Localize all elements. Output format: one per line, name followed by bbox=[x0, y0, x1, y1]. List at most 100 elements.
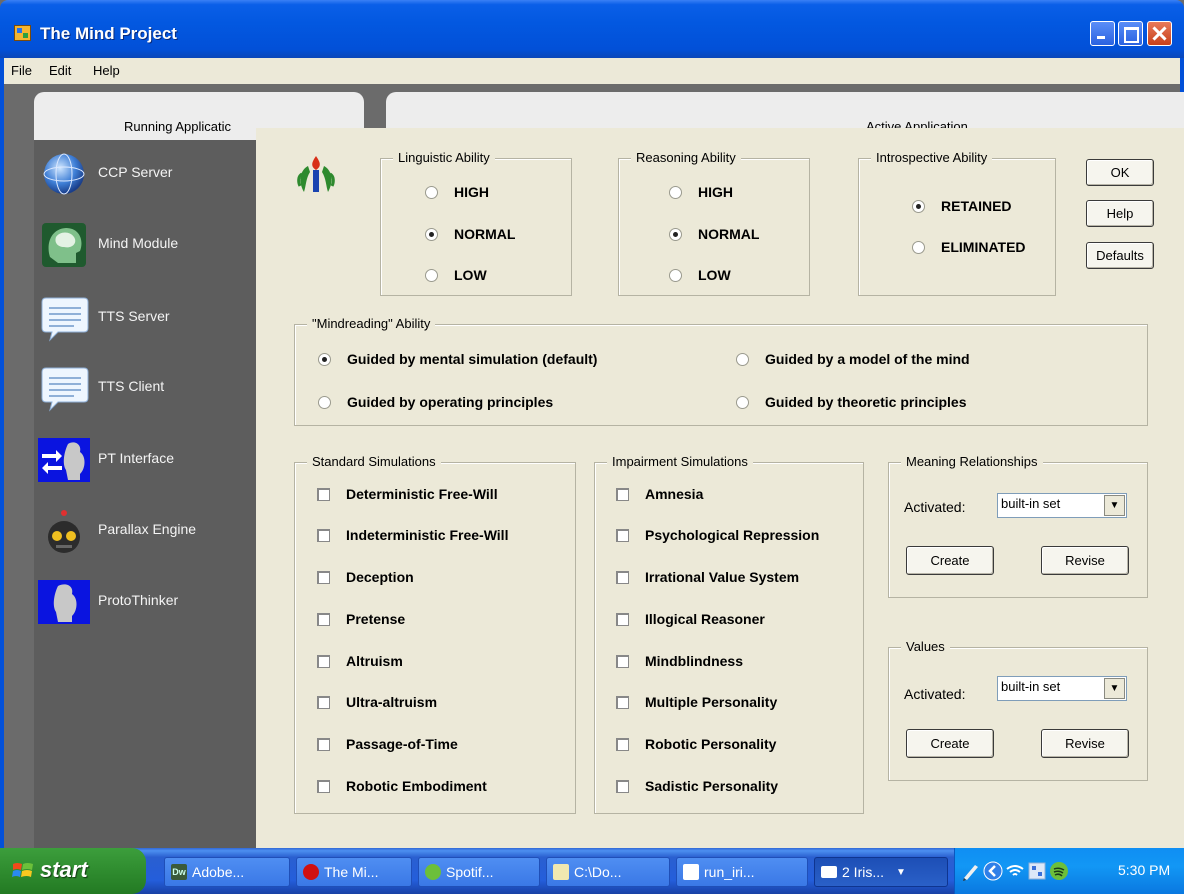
document-icon bbox=[683, 864, 699, 880]
radio-button[interactable] bbox=[425, 268, 438, 282]
checkbox[interactable] bbox=[317, 737, 330, 751]
checkbox-illogical-reasoner[interactable]: Illogical Reasoner bbox=[616, 611, 765, 627]
app-item-pt-interface[interactable]: PT Interface bbox=[36, 432, 256, 488]
checkbox[interactable] bbox=[317, 654, 330, 668]
pen-icon[interactable] bbox=[961, 861, 981, 881]
checkbox-robotic-embodiment[interactable]: Robotic Embodiment bbox=[317, 778, 487, 794]
checkbox-deterministic-free-will[interactable]: Deterministic Free-Will bbox=[317, 486, 498, 502]
radio-button[interactable] bbox=[912, 240, 925, 254]
checkbox-deception[interactable]: Deception bbox=[317, 569, 414, 585]
meaning-create-button[interactable]: Create bbox=[906, 546, 994, 575]
radio-button[interactable] bbox=[912, 199, 925, 213]
app-item-ccp-server[interactable]: CCP Server bbox=[36, 146, 256, 202]
security-center-icon[interactable] bbox=[1027, 861, 1047, 881]
radio-linguistic-high[interactable]: HIGH bbox=[425, 184, 489, 200]
chevron-down-icon[interactable]: ▼ bbox=[1104, 495, 1125, 516]
radio-theoretic-principles[interactable]: Guided by theoretic principles bbox=[736, 394, 966, 410]
checkbox-pretense[interactable]: Pretense bbox=[317, 611, 405, 627]
taskbar-item-iris-group[interactable]: 2 Iris... ▼ bbox=[814, 857, 948, 887]
checkbox-sadistic-personality[interactable]: Sadistic Personality bbox=[616, 778, 778, 794]
checkbox[interactable] bbox=[317, 570, 330, 584]
radio-button[interactable] bbox=[736, 352, 749, 366]
app-item-tts-server[interactable]: TTS Server bbox=[36, 290, 256, 346]
checkbox[interactable] bbox=[616, 612, 629, 626]
radio-linguistic-normal[interactable]: NORMAL bbox=[425, 226, 515, 242]
checkbox-altruism[interactable]: Altruism bbox=[317, 653, 403, 669]
meaning-activated-select[interactable]: built-in set ▼ bbox=[997, 493, 1127, 518]
checkbox[interactable] bbox=[616, 487, 629, 501]
spotify-icon[interactable] bbox=[1049, 861, 1069, 881]
checkbox-multiple-personality[interactable]: Multiple Personality bbox=[616, 694, 777, 710]
radio-model-of-mind[interactable]: Guided by a model of the mind bbox=[736, 351, 970, 367]
checkbox[interactable] bbox=[616, 737, 629, 751]
chevron-down-icon[interactable]: ▼ bbox=[896, 867, 906, 878]
select-value: built-in set bbox=[1001, 496, 1061, 511]
values-activated-select[interactable]: built-in set ▼ bbox=[997, 676, 1127, 701]
radio-button[interactable] bbox=[318, 395, 331, 409]
checkbox[interactable] bbox=[317, 528, 330, 542]
radio-reasoning-normal[interactable]: NORMAL bbox=[669, 226, 759, 242]
taskbar-item-adobe[interactable]: Dw Adobe... bbox=[164, 857, 290, 887]
radio-button[interactable] bbox=[736, 395, 749, 409]
start-button[interactable]: start bbox=[0, 848, 146, 894]
app-item-protothinker[interactable]: ProtoThinker bbox=[36, 574, 256, 630]
checkbox-irrational-value-system[interactable]: Irrational Value System bbox=[616, 569, 799, 585]
meaning-revise-button[interactable]: Revise bbox=[1041, 546, 1129, 575]
radio-button[interactable] bbox=[425, 185, 438, 199]
checkbox-indeterministic-free-will[interactable]: Indeterministic Free-Will bbox=[317, 527, 508, 543]
taskbar-item-run-iris[interactable]: run_iri... bbox=[676, 857, 808, 887]
radio-button[interactable] bbox=[318, 352, 331, 366]
radio-introspective-eliminated[interactable]: ELIMINATED bbox=[912, 239, 1026, 255]
close-button[interactable] bbox=[1147, 21, 1172, 46]
checkbox-mindblindness[interactable]: Mindblindness bbox=[616, 653, 743, 669]
values-create-button[interactable]: Create bbox=[906, 729, 994, 758]
checkbox-robotic-personality[interactable]: Robotic Personality bbox=[616, 736, 776, 752]
radio-button[interactable] bbox=[669, 185, 682, 199]
chevron-down-icon[interactable]: ▼ bbox=[1104, 678, 1125, 699]
maximize-button[interactable] bbox=[1118, 21, 1143, 46]
checkbox[interactable] bbox=[317, 487, 330, 501]
checkbox[interactable] bbox=[616, 695, 629, 709]
radio-operating-principles[interactable]: Guided by operating principles bbox=[318, 394, 553, 410]
ok-button[interactable]: OK bbox=[1086, 159, 1154, 186]
app-item-parallax-engine[interactable]: Parallax Engine bbox=[36, 503, 256, 559]
checkbox[interactable] bbox=[616, 779, 629, 793]
radio-reasoning-low[interactable]: LOW bbox=[669, 267, 731, 283]
menu-help[interactable]: Help bbox=[93, 63, 120, 78]
checkbox-amnesia[interactable]: Amnesia bbox=[616, 486, 703, 502]
group-title: "Mindreading" Ability bbox=[307, 316, 436, 331]
taskbar-item-notepad[interactable]: C:\Do... bbox=[546, 857, 670, 887]
checkbox[interactable] bbox=[317, 695, 330, 709]
taskbar-item-mind[interactable]: The Mi... bbox=[296, 857, 412, 887]
checkbox[interactable] bbox=[616, 570, 629, 584]
radio-reasoning-high[interactable]: HIGH bbox=[669, 184, 733, 200]
title-bar[interactable] bbox=[0, 0, 1184, 58]
radio-mental-simulation[interactable]: Guided by mental simulation (default) bbox=[318, 351, 597, 367]
taskbar-item-spotify[interactable]: Spotif... bbox=[418, 857, 540, 887]
menu-edit[interactable]: Edit bbox=[49, 63, 71, 78]
network-icon[interactable] bbox=[1005, 861, 1025, 881]
checkbox-ultra-altruism[interactable]: Ultra-altruism bbox=[317, 694, 437, 710]
checkbox-passage-of-time[interactable]: Passage-of-Time bbox=[317, 736, 458, 752]
values-revise-button[interactable]: Revise bbox=[1041, 729, 1129, 758]
checkbox[interactable] bbox=[616, 654, 629, 668]
app-item-tts-client[interactable]: TTS Client bbox=[36, 360, 256, 416]
checkbox[interactable] bbox=[317, 779, 330, 793]
radio-linguistic-low[interactable]: LOW bbox=[425, 267, 487, 283]
checkbox[interactable] bbox=[317, 612, 330, 626]
app-item-mind-module[interactable]: Mind Module bbox=[36, 217, 256, 273]
radio-button[interactable] bbox=[669, 268, 682, 282]
help-button[interactable]: Help bbox=[1086, 200, 1154, 227]
minimize-button[interactable] bbox=[1090, 21, 1115, 46]
checkbox-psychological-repression[interactable]: Psychological Repression bbox=[616, 527, 819, 543]
menu-file[interactable]: File bbox=[11, 63, 32, 78]
defaults-button[interactable]: Defaults bbox=[1086, 242, 1154, 269]
settings-dialog: Linguistic Ability HIGH NORMAL LOW Reaso… bbox=[256, 128, 1184, 848]
collapse-tray-icon[interactable] bbox=[983, 861, 1003, 881]
app-icon[interactable] bbox=[14, 25, 31, 41]
radio-introspective-retained[interactable]: RETAINED bbox=[912, 198, 1012, 214]
radio-button[interactable] bbox=[425, 227, 438, 241]
checkbox[interactable] bbox=[616, 528, 629, 542]
meaning-activated-label: Activated: bbox=[904, 499, 966, 515]
radio-button[interactable] bbox=[669, 227, 682, 241]
